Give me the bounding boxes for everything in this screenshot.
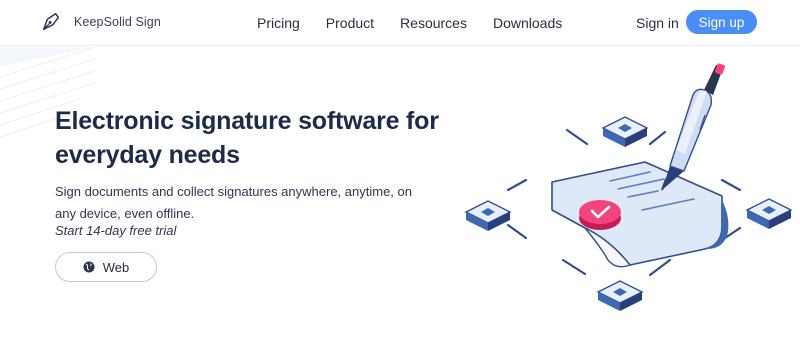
- nav-item-downloads[interactable]: Downloads: [493, 15, 562, 31]
- signup-button[interactable]: Sign up: [686, 10, 757, 34]
- site-header: KeepSolid Sign Pricing Product Resources…: [0, 0, 800, 46]
- network-node-icon: [596, 280, 644, 311]
- web-platform-button[interactable]: Web: [55, 252, 157, 282]
- network-node-icon: [745, 198, 793, 229]
- document-icon: [551, 161, 729, 268]
- hero-illustration: [464, 63, 793, 311]
- web-button-label: Web: [102, 259, 130, 275]
- globe-icon: [83, 261, 95, 273]
- pen-nib-logo-icon: [42, 13, 60, 31]
- network-node-icon: [601, 116, 649, 147]
- signin-link[interactable]: Sign in: [636, 15, 679, 31]
- nav-item-pricing[interactable]: Pricing: [257, 15, 300, 31]
- checkmark-badge-icon: [579, 200, 621, 230]
- nav-item-product[interactable]: Product: [326, 15, 374, 31]
- brand-name: KeepSolid Sign: [74, 15, 161, 29]
- brand-logo[interactable]: KeepSolid Sign: [40, 11, 161, 33]
- hero-subtitle: Sign documents and collect signatures an…: [55, 184, 412, 221]
- pen-icon: [661, 63, 725, 191]
- main-nav: Pricing Product Resources Downloads: [257, 15, 562, 31]
- nav-item-resources[interactable]: Resources: [400, 15, 467, 31]
- free-trial-text: Start 14-day free trial: [55, 223, 177, 238]
- network-node-icon: [464, 200, 512, 231]
- hero-title: Electronic signature software for everyd…: [55, 107, 439, 169]
